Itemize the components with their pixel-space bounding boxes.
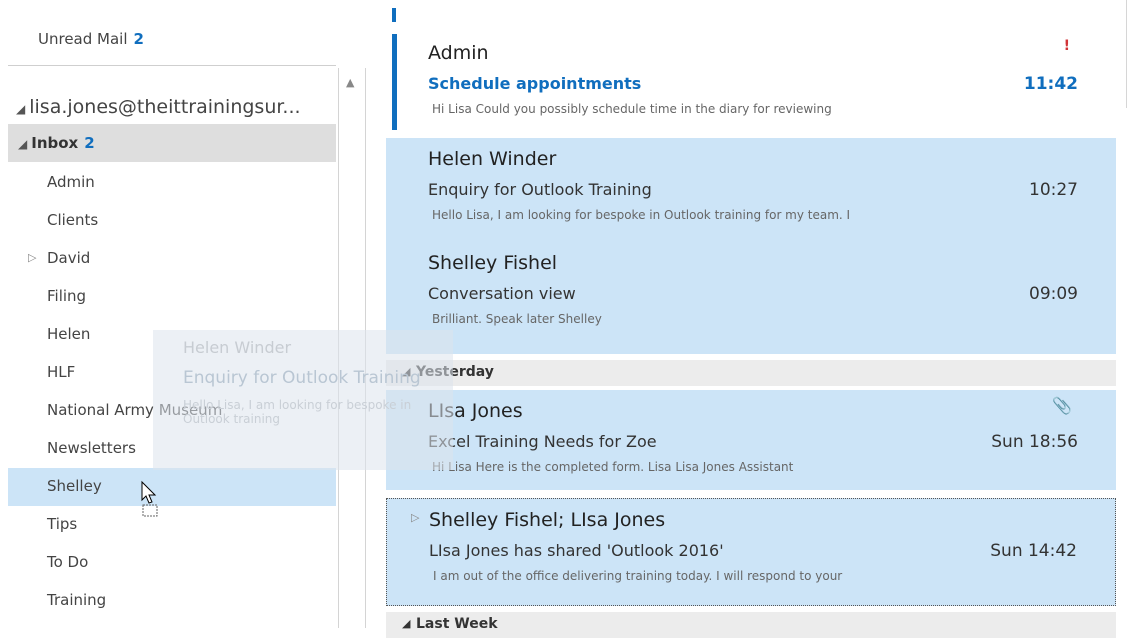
attachment-icon: 📎	[1052, 396, 1072, 415]
account-node[interactable]: ◢ lisa.jones@theittrainingsur...	[16, 96, 301, 118]
unread-mail-count: 2	[133, 30, 144, 48]
message-item[interactable]: Helen Winder Enquiry for Outlook Trainin…	[386, 138, 1116, 242]
folder-label: National Army Museum	[47, 401, 223, 419]
group-label: Last Week	[416, 616, 498, 632]
folder-pane: Unread Mail 2 ◢ lisa.jones@theittrainingsu…	[0, 0, 370, 628]
message-sender: Admin	[428, 42, 489, 64]
inbox-label: Inbox	[31, 134, 79, 152]
inbox-unread-count: 2	[84, 134, 95, 152]
divider	[8, 65, 336, 66]
folder-label: Admin	[47, 173, 95, 191]
folder-label: David	[47, 249, 91, 267]
message-preview: Brilliant. Speak later Shelley	[432, 312, 602, 326]
message-sender: Shelley Fishel; LIsa Jones	[429, 509, 666, 531]
message-preview: Hi Lisa Here is the completed form. Lisa…	[432, 460, 794, 474]
message-sender: Shelley Fishel	[428, 252, 558, 274]
folder-newsletters[interactable]: Newsletters	[8, 430, 336, 468]
scroll-indicator	[392, 8, 396, 22]
folder-filing[interactable]: Filing	[8, 278, 336, 316]
folder-label: Shelley	[47, 477, 102, 495]
folder-national-army-museum[interactable]: National Army Museum	[8, 392, 336, 430]
folder-shelley[interactable]: Shelley	[8, 468, 336, 506]
unread-mail-folder[interactable]: Unread Mail 2	[38, 30, 144, 48]
expand-conversation-icon[interactable]: ▷	[411, 511, 419, 524]
message-subject: Enquiry for Outlook Training	[428, 180, 652, 199]
folder-inbox[interactable]: ◢ Inbox 2	[8, 124, 336, 162]
folder-hlf[interactable]: HLF	[8, 354, 336, 392]
message-time: Sun 14:42	[990, 541, 1077, 561]
message-item[interactable]: LIsa Jones 📎 Excel Training Needs for Zo…	[386, 390, 1116, 490]
folder-label: Helen	[47, 325, 91, 343]
message-preview: Hi Lisa Could you possibly schedule time…	[432, 102, 832, 116]
folder-scrollbar[interactable]: ▲	[338, 68, 366, 628]
folder-to-do[interactable]: To Do	[8, 544, 336, 582]
importance-high-icon: !	[1063, 38, 1070, 54]
message-subject: Schedule appointments	[428, 74, 642, 93]
folder-tips[interactable]: Tips	[8, 506, 336, 544]
expanded-triangle-icon[interactable]: ◢	[16, 102, 25, 116]
message-preview: Hello Lisa, I am looking for bespoke in …	[432, 208, 851, 222]
unread-bar	[392, 34, 397, 130]
drag-cursor-icon	[141, 480, 158, 517]
unread-mail-label: Unread Mail	[38, 30, 128, 48]
message-time: Sun 18:56	[991, 432, 1078, 452]
folder-label: Clients	[47, 211, 99, 229]
message-item[interactable]: Shelley Fishel Conversation view 09:09 B…	[386, 242, 1116, 354]
expanded-triangle-icon[interactable]: ◢	[402, 365, 410, 378]
folder-label: HLF	[47, 363, 76, 381]
message-preview: I am out of the office delivering traini…	[433, 569, 843, 583]
group-header-yesterday[interactable]: ◢ Yesterday	[386, 360, 1116, 386]
folder-helen[interactable]: Helen	[8, 316, 336, 354]
message-subject: Conversation view	[428, 284, 576, 303]
folder-label: Training	[47, 591, 107, 609]
collapsed-triangle-icon[interactable]: ▷	[28, 251, 36, 264]
message-time: 09:09	[1029, 284, 1078, 304]
message-list: Admin ! Schedule appointments 11:42 Hi L…	[376, 0, 1121, 638]
message-item[interactable]: ▷ Shelley Fishel; LIsa Jones LIsa Jones …	[386, 498, 1116, 606]
expanded-triangle-icon[interactable]: ◢	[18, 137, 27, 151]
group-label: Yesterday	[416, 364, 494, 380]
scroll-up-arrow-icon[interactable]: ▲	[346, 76, 354, 89]
folder-label: Tips	[47, 515, 78, 533]
folder-training[interactable]: Training	[8, 582, 336, 620]
folder-clients[interactable]: Clients	[8, 202, 336, 240]
message-subject: Excel Training Needs for Zoe	[428, 432, 657, 451]
message-time: 11:42	[1023, 74, 1078, 94]
reading-pane-edge	[1126, 0, 1147, 108]
folder-label: To Do	[47, 553, 89, 571]
expanded-triangle-icon[interactable]: ◢	[402, 617, 410, 630]
message-subject: LIsa Jones has shared 'Outlook 2016'	[429, 541, 724, 560]
message-sender: Helen Winder	[428, 148, 557, 170]
folder-david[interactable]: ▷ David	[8, 240, 336, 278]
folder-admin[interactable]: Admin	[8, 164, 336, 202]
message-time: 10:27	[1029, 180, 1078, 200]
message-sender: LIsa Jones	[428, 400, 523, 422]
group-header-last-week[interactable]: ◢ Last Week	[386, 612, 1116, 638]
message-item[interactable]: Admin ! Schedule appointments 11:42 Hi L…	[386, 32, 1116, 132]
folder-label: Newsletters	[47, 439, 136, 457]
account-label: lisa.jones@theittrainingsur...	[29, 96, 301, 118]
folder-label: Filing	[47, 287, 87, 305]
